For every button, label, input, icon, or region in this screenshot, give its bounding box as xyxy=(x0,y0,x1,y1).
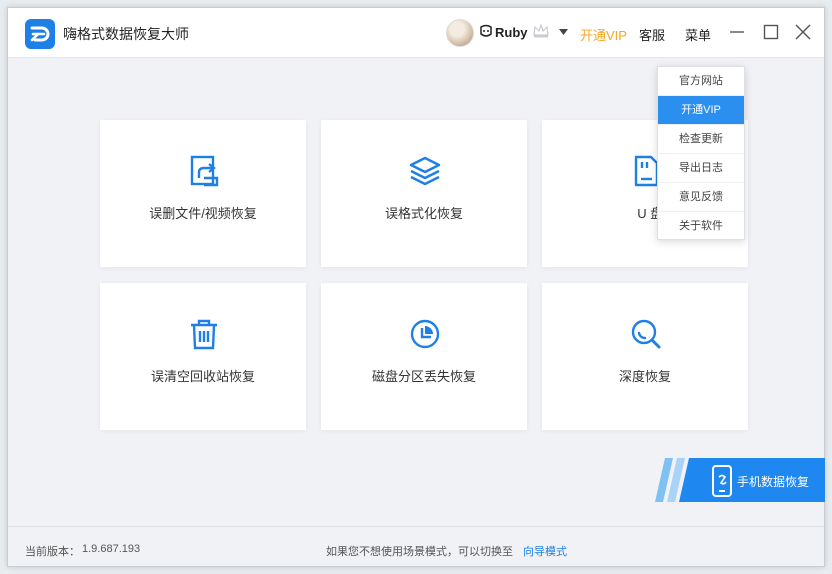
menu-item-export-log[interactable]: 导出日志 xyxy=(658,154,744,183)
phone-icon xyxy=(712,465,732,497)
ruby-icon xyxy=(480,24,492,37)
menu-item-check-update[interactable]: 检查更新 xyxy=(658,125,744,154)
trash-icon xyxy=(191,319,217,350)
main-menu-dropdown: 官方网站 开通VIP 检查更新 导出日志 意见反馈 关于软件 xyxy=(657,66,745,240)
mode-switch-hint: 如果您不想使用场景模式，可以切换至 xyxy=(326,546,513,558)
deep-search-icon xyxy=(631,319,661,349)
card-recycle-bin-recovery[interactable]: 误清空回收站恢复 xyxy=(100,283,306,430)
footer-divider xyxy=(8,526,824,527)
menu-item-feedback[interactable]: 意见反馈 xyxy=(658,183,744,212)
card-partition-recovery[interactable]: 磁盘分区丢失恢复 xyxy=(321,283,527,430)
card-label: 磁盘分区丢失恢复 xyxy=(371,369,476,384)
card-deleted-file-recovery[interactable]: 误删文件/视频恢复 xyxy=(100,120,306,267)
file-restore-icon xyxy=(190,155,219,187)
open-vip-link[interactable]: 开通VIP xyxy=(580,25,627,44)
menu-item-open-vip[interactable]: 开通VIP xyxy=(658,96,744,125)
close-icon[interactable] xyxy=(792,21,814,43)
version-value: 1.9.687.193 xyxy=(82,543,141,555)
menu-item-about[interactable]: 关于软件 xyxy=(658,212,744,241)
layers-icon xyxy=(409,156,441,186)
app-logo-icon xyxy=(25,19,55,49)
version-label: 当前版本： xyxy=(25,546,80,558)
crown-icon xyxy=(533,23,549,38)
mobile-recovery-label[interactable]: 手机数据恢复 xyxy=(737,473,809,490)
pie-chart-icon xyxy=(410,319,440,349)
title-bar: 嗨格式数据恢复大师 Ruby 开通VIP 客服 菜单 xyxy=(8,8,824,58)
user-name[interactable]: Ruby xyxy=(495,25,528,40)
card-label: 误清空回收站恢复 xyxy=(150,369,255,384)
guide-mode-link[interactable]: 向导模式 xyxy=(523,543,567,559)
app-window: 嗨格式数据恢复大师 Ruby 开通VIP 客服 菜单 误删文件/视频恢复 误格式… xyxy=(7,7,825,567)
card-label: 深度恢复 xyxy=(618,369,671,384)
customer-service-button[interactable]: 客服 xyxy=(639,25,665,44)
minimize-icon[interactable] xyxy=(726,21,748,43)
card-deep-recovery[interactable]: 深度恢复 xyxy=(542,283,748,430)
card-format-recovery[interactable]: 误格式化恢复 xyxy=(321,120,527,267)
menu-item-official-site[interactable]: 官方网站 xyxy=(658,67,744,96)
maximize-icon[interactable] xyxy=(760,21,782,43)
user-avatar[interactable] xyxy=(446,19,474,47)
app-title: 嗨格式数据恢复大师 xyxy=(63,26,189,42)
chevron-down-icon[interactable] xyxy=(559,29,568,35)
menu-button[interactable]: 菜单 xyxy=(685,25,711,44)
card-label: 误删文件/视频恢复 xyxy=(149,206,257,221)
card-label: 误格式化恢复 xyxy=(384,206,463,221)
